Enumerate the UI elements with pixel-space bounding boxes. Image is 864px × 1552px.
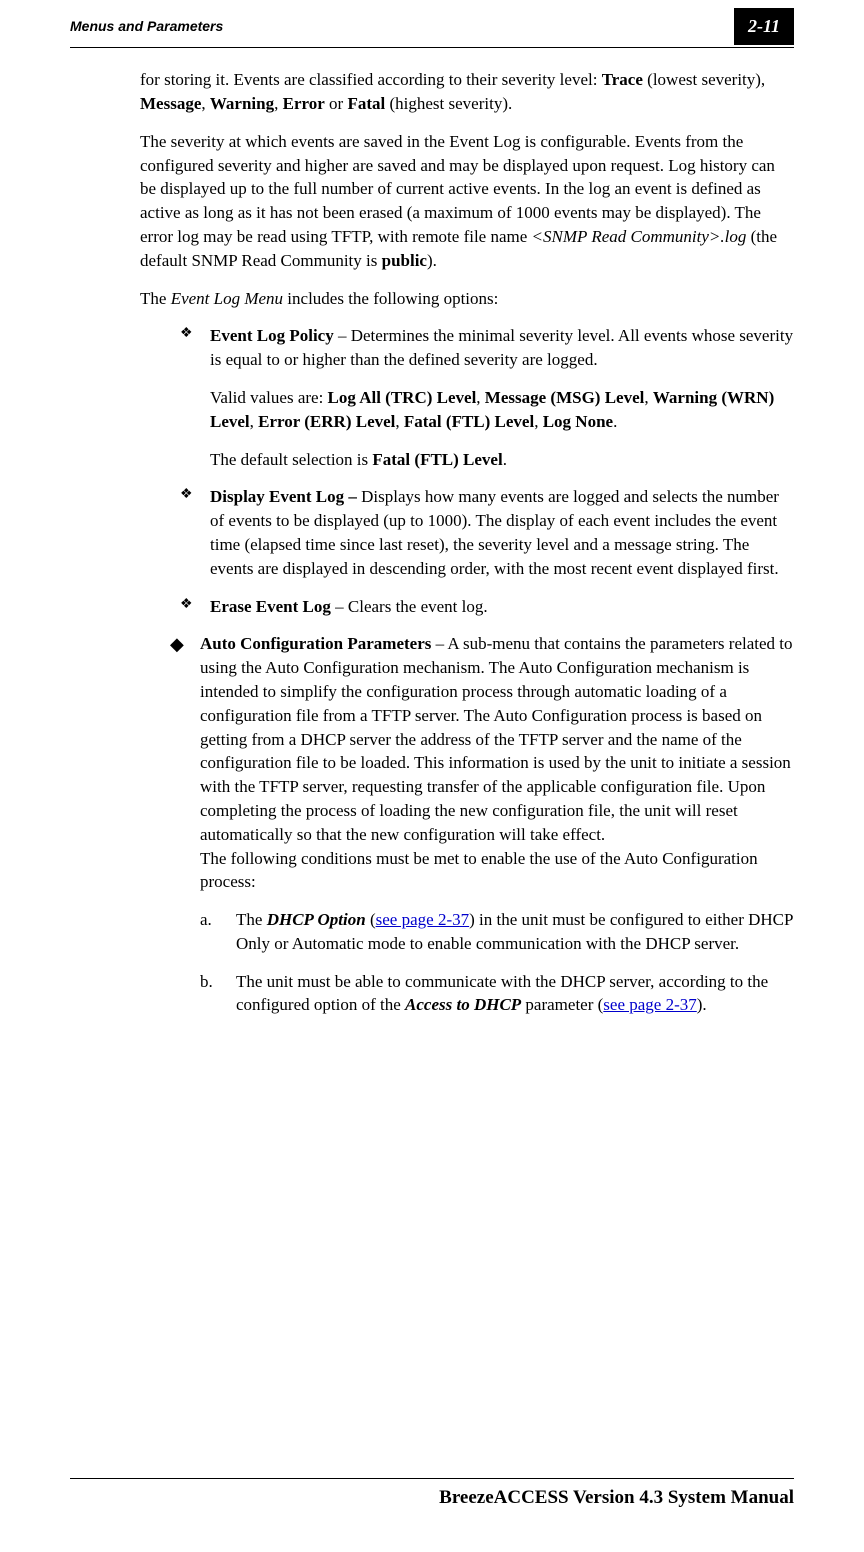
header-rule <box>70 47 794 48</box>
bullet-display-event-log: ❖ Display Event Log – Displays how many … <box>140 485 794 580</box>
paragraph-2: The severity at which events are saved i… <box>140 130 794 273</box>
default-selection: The default selection is Fatal (FTL) Lev… <box>180 448 794 472</box>
paragraph-1: for storing it. Events are classified ac… <box>140 68 794 116</box>
list-item-a: a. The DHCP Option (see page 2-37) in th… <box>170 908 794 956</box>
bullet-icon: ❖ <box>180 595 210 619</box>
bullet-icon: ❖ <box>180 485 210 580</box>
footer-text: BreezeACCESS Version 4.3 System Manual <box>70 1485 794 1512</box>
link-access-to-dhcp[interactable]: see page 2-37 <box>603 995 696 1014</box>
header-page-number: 2-11 <box>734 8 794 45</box>
diamond-icon: ◆ <box>170 632 200 894</box>
bullet-event-log-policy: ❖ Event Log Policy – Determines the mini… <box>140 324 794 471</box>
page-header: Menus and Parameters 2-11 <box>0 0 864 45</box>
header-section: Menus and Parameters <box>70 17 223 37</box>
list-item-b: b. The unit must be able to communicate … <box>170 970 794 1018</box>
bullet-auto-config: ◆ Auto Configuration Parameters – A sub-… <box>140 632 794 1017</box>
valid-values: Valid values are: Log All (TRC) Level, M… <box>180 386 794 434</box>
bullet-icon: ❖ <box>180 324 210 372</box>
paragraph-3: The Event Log Menu includes the followin… <box>140 287 794 311</box>
content: for storing it. Events are classified ac… <box>0 68 864 1017</box>
bullet-erase-event-log: ❖ Erase Event Log – Clears the event log… <box>140 595 794 619</box>
page-footer: BreezeACCESS Version 4.3 System Manual <box>70 1478 794 1512</box>
link-dhcp-option[interactable]: see page 2-37 <box>376 910 469 929</box>
footer-rule <box>70 1478 794 1479</box>
